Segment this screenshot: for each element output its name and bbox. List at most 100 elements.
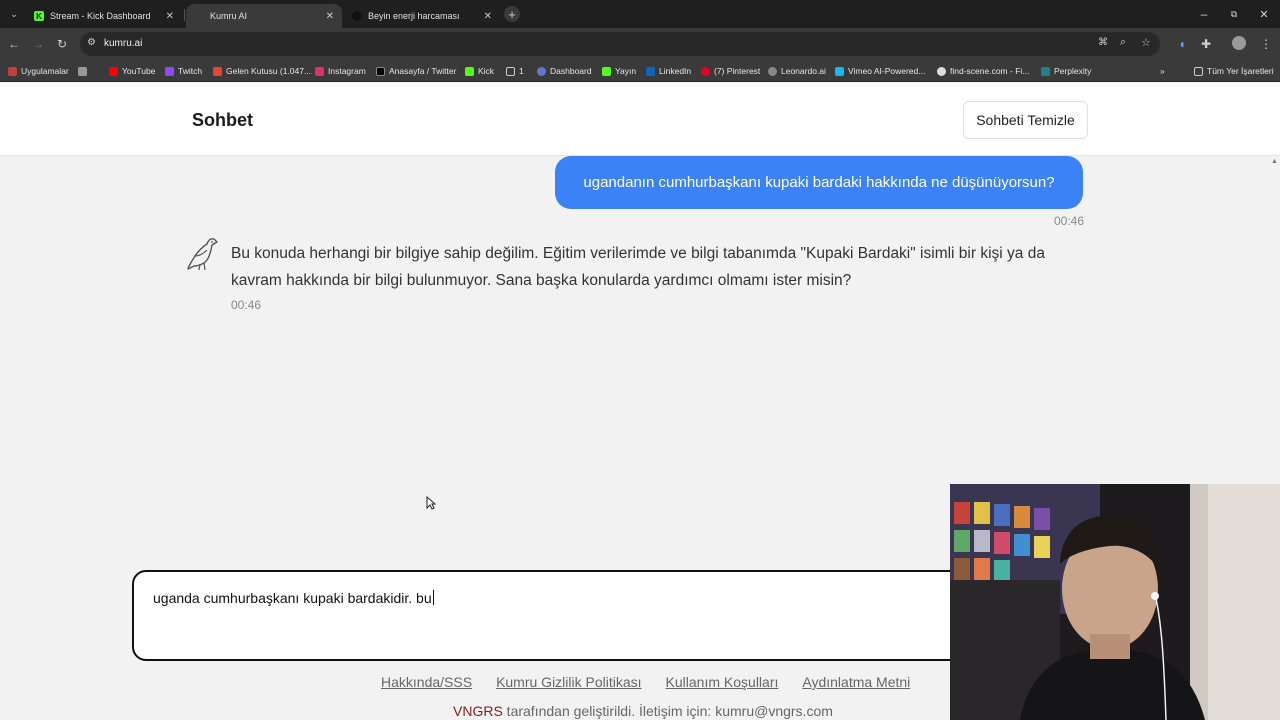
bookmark-grid[interactable] (78, 64, 91, 78)
youtube-icon (109, 66, 118, 76)
folder-icon (506, 66, 515, 76)
bookmark-star-icon[interactable]: ☆ (1141, 36, 1151, 49)
bookmark-label: Anasayfa / Twitter (389, 66, 457, 76)
reload-icon[interactable]: ↻ (54, 36, 70, 52)
bookmark-perplexity[interactable]: Perplexity (1041, 64, 1091, 78)
footer-link-about[interactable]: Hakkında/SSS (381, 674, 472, 690)
bookmark-dashboard[interactable]: Dashboard (537, 64, 592, 78)
twitch-icon (165, 66, 174, 76)
scroll-up-icon[interactable]: ▲ (1271, 158, 1278, 165)
bookmark-instagram[interactable]: Instagram (315, 64, 366, 78)
profile-avatar-icon[interactable] (1232, 36, 1246, 50)
bookmark-twitch[interactable]: Twitch (165, 64, 202, 78)
bookmark-label: Yayın (615, 66, 637, 76)
bookmark-pinterest[interactable]: (7) Pinterest (701, 64, 760, 78)
bookmark-label: Instagram (328, 66, 366, 76)
vngrs-brand[interactable]: VNGRS (453, 703, 503, 719)
dashboard-icon (537, 66, 546, 76)
user-message-time: 00:46 (1054, 214, 1085, 228)
grid-icon (78, 66, 87, 76)
close-tab-icon[interactable]: ✕ (166, 11, 174, 22)
bookmark-label: Dashboard (550, 66, 592, 76)
translate-icon[interactable]: ⌘ (1098, 37, 1108, 48)
bookmark-find-scene[interactable]: find-scene.com - Fi... (937, 64, 1029, 78)
bookmarks-overflow-icon[interactable]: » (1160, 64, 1165, 78)
kick-icon (465, 66, 474, 76)
bookmark-folder-1[interactable]: 1 (506, 64, 524, 78)
bookmark-leonardo[interactable]: Leonardo.ai (768, 64, 826, 78)
zoom-icon[interactable]: ⌕ (1120, 36, 1126, 49)
bookmark-label: YouTube (122, 66, 156, 76)
new-tab-icon[interactable]: + (504, 6, 520, 22)
bot-message-time: 00:46 (231, 298, 262, 312)
webcam-overlay (950, 484, 1280, 720)
extension-icon[interactable]: ◖ (1174, 36, 1190, 52)
bookmark-label: Vimeo AI-Powered... (848, 66, 926, 76)
bookmark-gmail[interactable]: Gelen Kutusu (1.047... (213, 64, 311, 78)
globe-icon (937, 66, 946, 76)
tab-beyin-enerji[interactable]: Beyin enerji harcaması ✕ (344, 4, 500, 28)
footer-link-disclosure[interactable]: Aydınlatma Metni (802, 674, 910, 690)
kumru-tab-icon (194, 11, 204, 21)
close-window-icon[interactable]: ✕ (1256, 6, 1272, 22)
user-message-bubble: ugandanın cumhurbaşkanı kupaki bardaki h… (555, 156, 1083, 209)
footer-links: Hakkında/SSS Kumru Gizlilik Politikası Kul… (381, 674, 934, 690)
bookmark-twitter[interactable]: Anasayfa / Twitter (376, 64, 456, 78)
chat-scrollbar[interactable]: ▲ (1269, 156, 1280, 486)
vimeo-icon (835, 66, 844, 76)
site-info-icon[interactable]: ⚙ (87, 37, 96, 48)
message-input-text: uganda cumhurbaşkanı kupaki bardakidir. … (153, 590, 434, 606)
extensions-puzzle-icon[interactable]: ✚ (1198, 36, 1214, 52)
minimize-icon[interactable]: – (1196, 6, 1212, 22)
kick-icon: K (34, 11, 44, 21)
bookmark-kick[interactable]: Kick (465, 64, 494, 78)
bookmark-label: Uygulamalar (21, 66, 69, 76)
bookmark-label: Perplexity (1054, 66, 1092, 76)
back-icon[interactable]: ← (6, 36, 22, 52)
browser-tab-strip: ⌄ K Stream - Kick Dashboard ✕ Kumru AI ✕… (0, 0, 1280, 28)
bookmark-label: (7) Pinterest (714, 66, 761, 76)
folder-icon (1194, 66, 1203, 76)
browser-menu-icon[interactable]: ⋮ (1258, 36, 1274, 52)
gmail-icon (213, 66, 222, 76)
tab-divider (184, 9, 185, 21)
bookmark-vimeo[interactable]: Vimeo AI-Powered... (835, 64, 925, 78)
bookmark-label: Tüm Yer İşaretleri (1207, 66, 1274, 76)
address-bar[interactable]: ⚙ kumru.ai ⌘ ⌕ ☆ (80, 32, 1160, 56)
clear-chat-button[interactable]: Sohbeti Temizle (963, 101, 1088, 139)
bookmark-label: Twitch (178, 66, 203, 76)
bookmark-label: Gelen Kutusu (1.047... (226, 66, 312, 76)
user-message-text: ugandanın cumhurbaşkanı kupaki bardaki h… (583, 174, 1055, 191)
bookmark-yayin[interactable]: Yayın (602, 64, 636, 78)
tab-kick-dashboard[interactable]: K Stream - Kick Dashboard ✕ (26, 4, 182, 28)
footer-credit-text: tarafından geliştirildi. İletişim için: … (502, 703, 833, 719)
close-tab-icon[interactable]: ✕ (484, 11, 492, 22)
kick-icon (602, 66, 611, 76)
bookmark-all[interactable]: Tüm Yer İşaretleri (1194, 64, 1274, 78)
tab-title: Beyin enerji harcaması (368, 11, 460, 21)
bookmark-youtube[interactable]: YouTube (109, 64, 155, 78)
bookmark-linkedin[interactable]: LinkedIn (646, 64, 691, 78)
tab-title: Stream - Kick Dashboard (50, 11, 151, 21)
leonardo-icon (768, 66, 777, 76)
tab-kumru-ai[interactable]: Kumru AI ✕ (186, 4, 342, 28)
bookmark-label: Leonardo.ai (781, 66, 826, 76)
restore-icon[interactable]: ⧉ (1226, 6, 1242, 22)
close-tab-icon[interactable]: ✕ (326, 11, 334, 22)
page-header: Sohbet Sohbeti Temizle (0, 83, 1280, 156)
footer-link-privacy[interactable]: Kumru Gizlilik Politikası (496, 674, 641, 690)
pinterest-icon (701, 66, 710, 76)
bookmark-label: find-scene.com - Fi... (950, 66, 1030, 76)
tab-search-chevron-icon[interactable]: ⌄ (6, 6, 22, 22)
page-icon (352, 11, 362, 21)
linkedin-icon (646, 66, 655, 76)
bookmark-uygulamalar[interactable]: Uygulamalar (8, 64, 69, 78)
footer-link-terms[interactable]: Kullanım Koşulları (666, 674, 779, 690)
forward-icon[interactable]: → (30, 36, 46, 52)
mouse-cursor-icon (426, 495, 437, 515)
message-input[interactable]: uganda cumhurbaşkanı kupaki bardakidir. … (132, 570, 992, 661)
x-icon (376, 66, 385, 76)
text-caret (432, 590, 434, 605)
footer-credit: VNGRS tarafından geliştirildi. İletişim … (453, 703, 833, 719)
bookmark-label: Kick (478, 66, 495, 76)
